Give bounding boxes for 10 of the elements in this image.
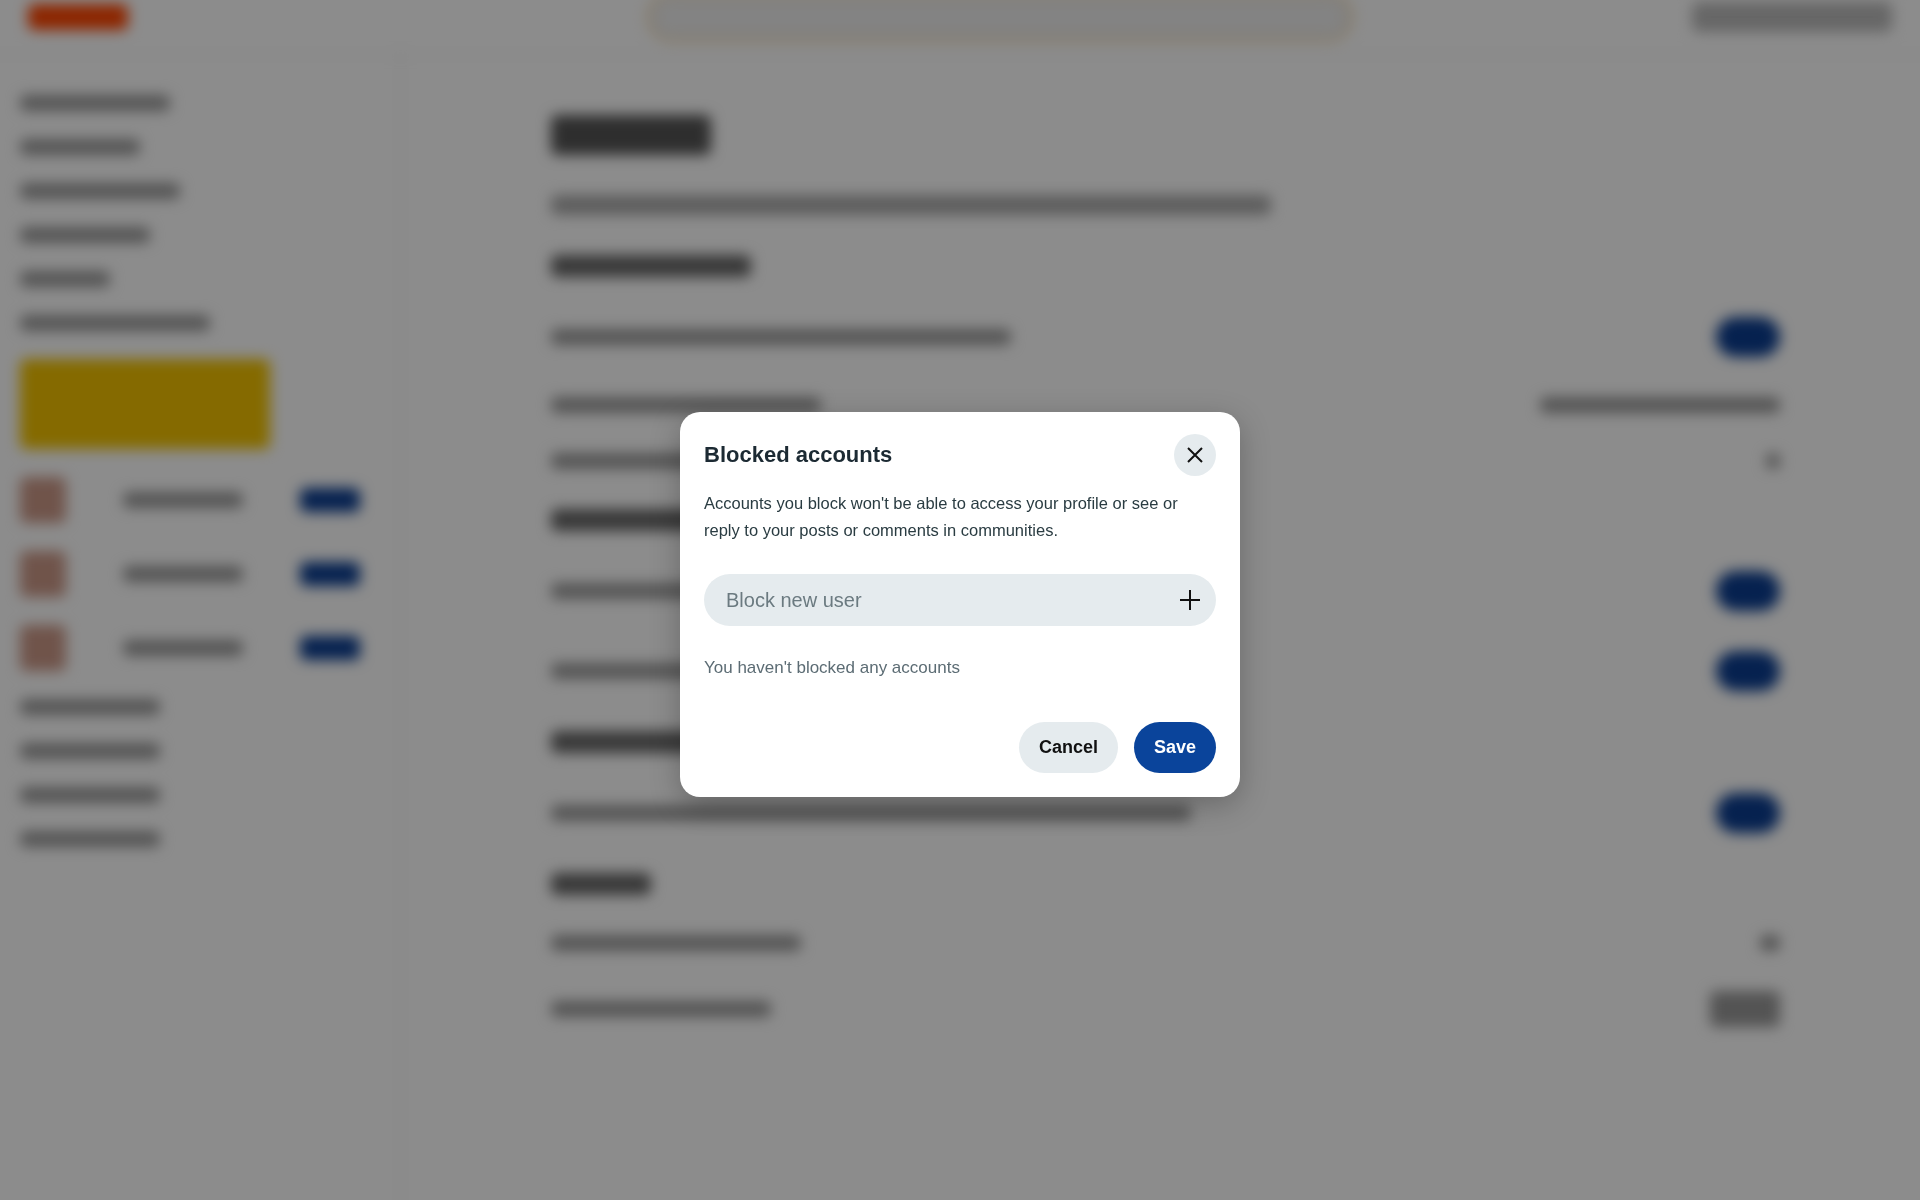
add-button[interactable]: [1178, 588, 1202, 612]
plus-icon: [1178, 588, 1202, 612]
dialog-description: Accounts you block won't be able to access your profile or see or reply to your posts or comments in communities.: [704, 493, 1179, 541]
close-icon: [1186, 446, 1204, 464]
block-user-field[interactable]: Block new user: [704, 574, 1216, 626]
cancel-button[interactable]: Cancel: [1018, 722, 1118, 773]
save-button[interactable]: Save: [1133, 722, 1216, 773]
empty-message: You haven't blocked any accounts: [704, 658, 961, 678]
close-button[interactable]: [1174, 434, 1216, 476]
dialog-title: Blocked accounts: [704, 442, 893, 468]
